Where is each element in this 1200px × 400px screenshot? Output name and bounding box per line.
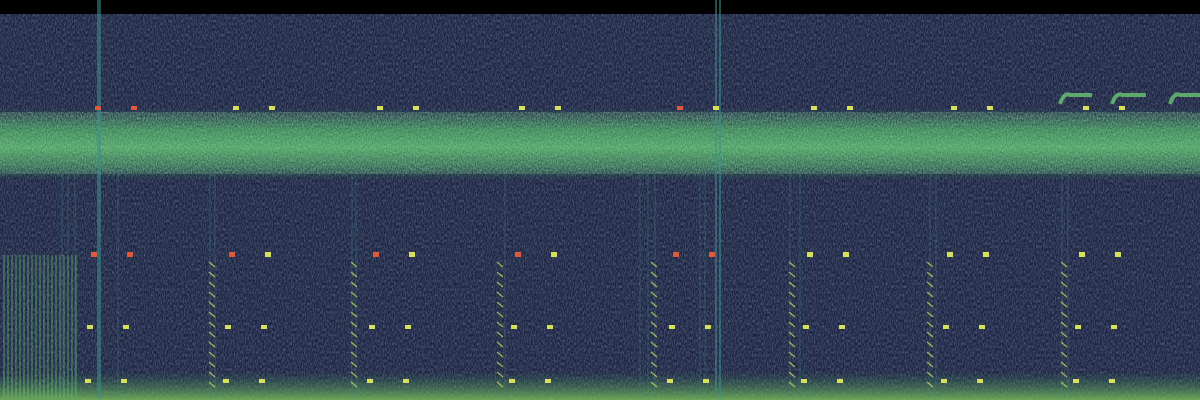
tone-mark xyxy=(127,252,133,257)
tone-mark xyxy=(941,379,947,383)
tone-mark xyxy=(1075,325,1081,329)
tone-mark xyxy=(979,325,985,329)
noise-layer xyxy=(0,14,1200,400)
noise-band-grain xyxy=(0,112,1200,174)
tone-mark xyxy=(265,252,271,257)
spectrogram-view xyxy=(0,0,1200,400)
tone-mark xyxy=(703,379,709,383)
tone-mark xyxy=(837,379,843,383)
tone-mark xyxy=(229,252,235,257)
tone-mark xyxy=(803,325,809,329)
tone-mark xyxy=(947,252,953,257)
tone-mark xyxy=(511,325,517,329)
tone-mark xyxy=(951,106,957,110)
tone-mark xyxy=(259,379,265,383)
tone-mark xyxy=(131,106,137,110)
tone-mark xyxy=(807,252,813,257)
tone-mark xyxy=(87,325,93,329)
tone-mark xyxy=(673,252,679,257)
tone-mark xyxy=(1119,106,1125,110)
tone-mark xyxy=(709,252,715,257)
tone-mark xyxy=(403,379,409,383)
tone-mark xyxy=(545,379,551,383)
tone-mark xyxy=(95,106,101,110)
tone-mark xyxy=(269,106,275,110)
tone-mark xyxy=(367,379,373,383)
tone-mark xyxy=(667,379,673,383)
tone-mark xyxy=(847,106,853,110)
tone-mark xyxy=(409,252,415,257)
tone-mark xyxy=(377,106,383,110)
tone-mark xyxy=(839,325,845,329)
tone-mark xyxy=(91,252,97,257)
tone-mark xyxy=(555,106,561,110)
tone-mark xyxy=(519,106,525,110)
tone-mark xyxy=(983,252,989,257)
tone-mark xyxy=(987,106,993,110)
tone-mark xyxy=(413,106,419,110)
tone-mark xyxy=(669,325,675,329)
tone-mark xyxy=(1111,325,1117,329)
floor-band xyxy=(0,372,1200,400)
tone-mark xyxy=(1109,379,1115,383)
top-bar xyxy=(0,0,1200,14)
tone-mark xyxy=(943,325,949,329)
tone-mark xyxy=(705,325,711,329)
tone-mark xyxy=(1073,379,1079,383)
tone-mark xyxy=(261,325,267,329)
tone-mark xyxy=(373,252,379,257)
tone-mark xyxy=(547,325,553,329)
tone-mark xyxy=(225,325,231,329)
tone-mark xyxy=(713,106,719,110)
tone-mark xyxy=(233,106,239,110)
tone-mark xyxy=(551,252,557,257)
tone-mark xyxy=(811,106,817,110)
tone-mark xyxy=(509,379,515,383)
tone-mark xyxy=(405,325,411,329)
tone-mark xyxy=(801,379,807,383)
tone-mark xyxy=(977,379,983,383)
tone-mark xyxy=(223,379,229,383)
tone-mark xyxy=(369,325,375,329)
tone-mark xyxy=(515,252,521,257)
spectrogram-image xyxy=(0,0,1200,400)
tone-mark xyxy=(843,252,849,257)
tone-mark xyxy=(1115,252,1121,257)
tone-mark xyxy=(1079,252,1085,257)
tone-mark xyxy=(677,106,683,110)
tone-mark xyxy=(85,379,91,383)
tone-mark xyxy=(121,379,127,383)
tone-mark xyxy=(1083,106,1089,110)
tone-mark xyxy=(123,325,129,329)
